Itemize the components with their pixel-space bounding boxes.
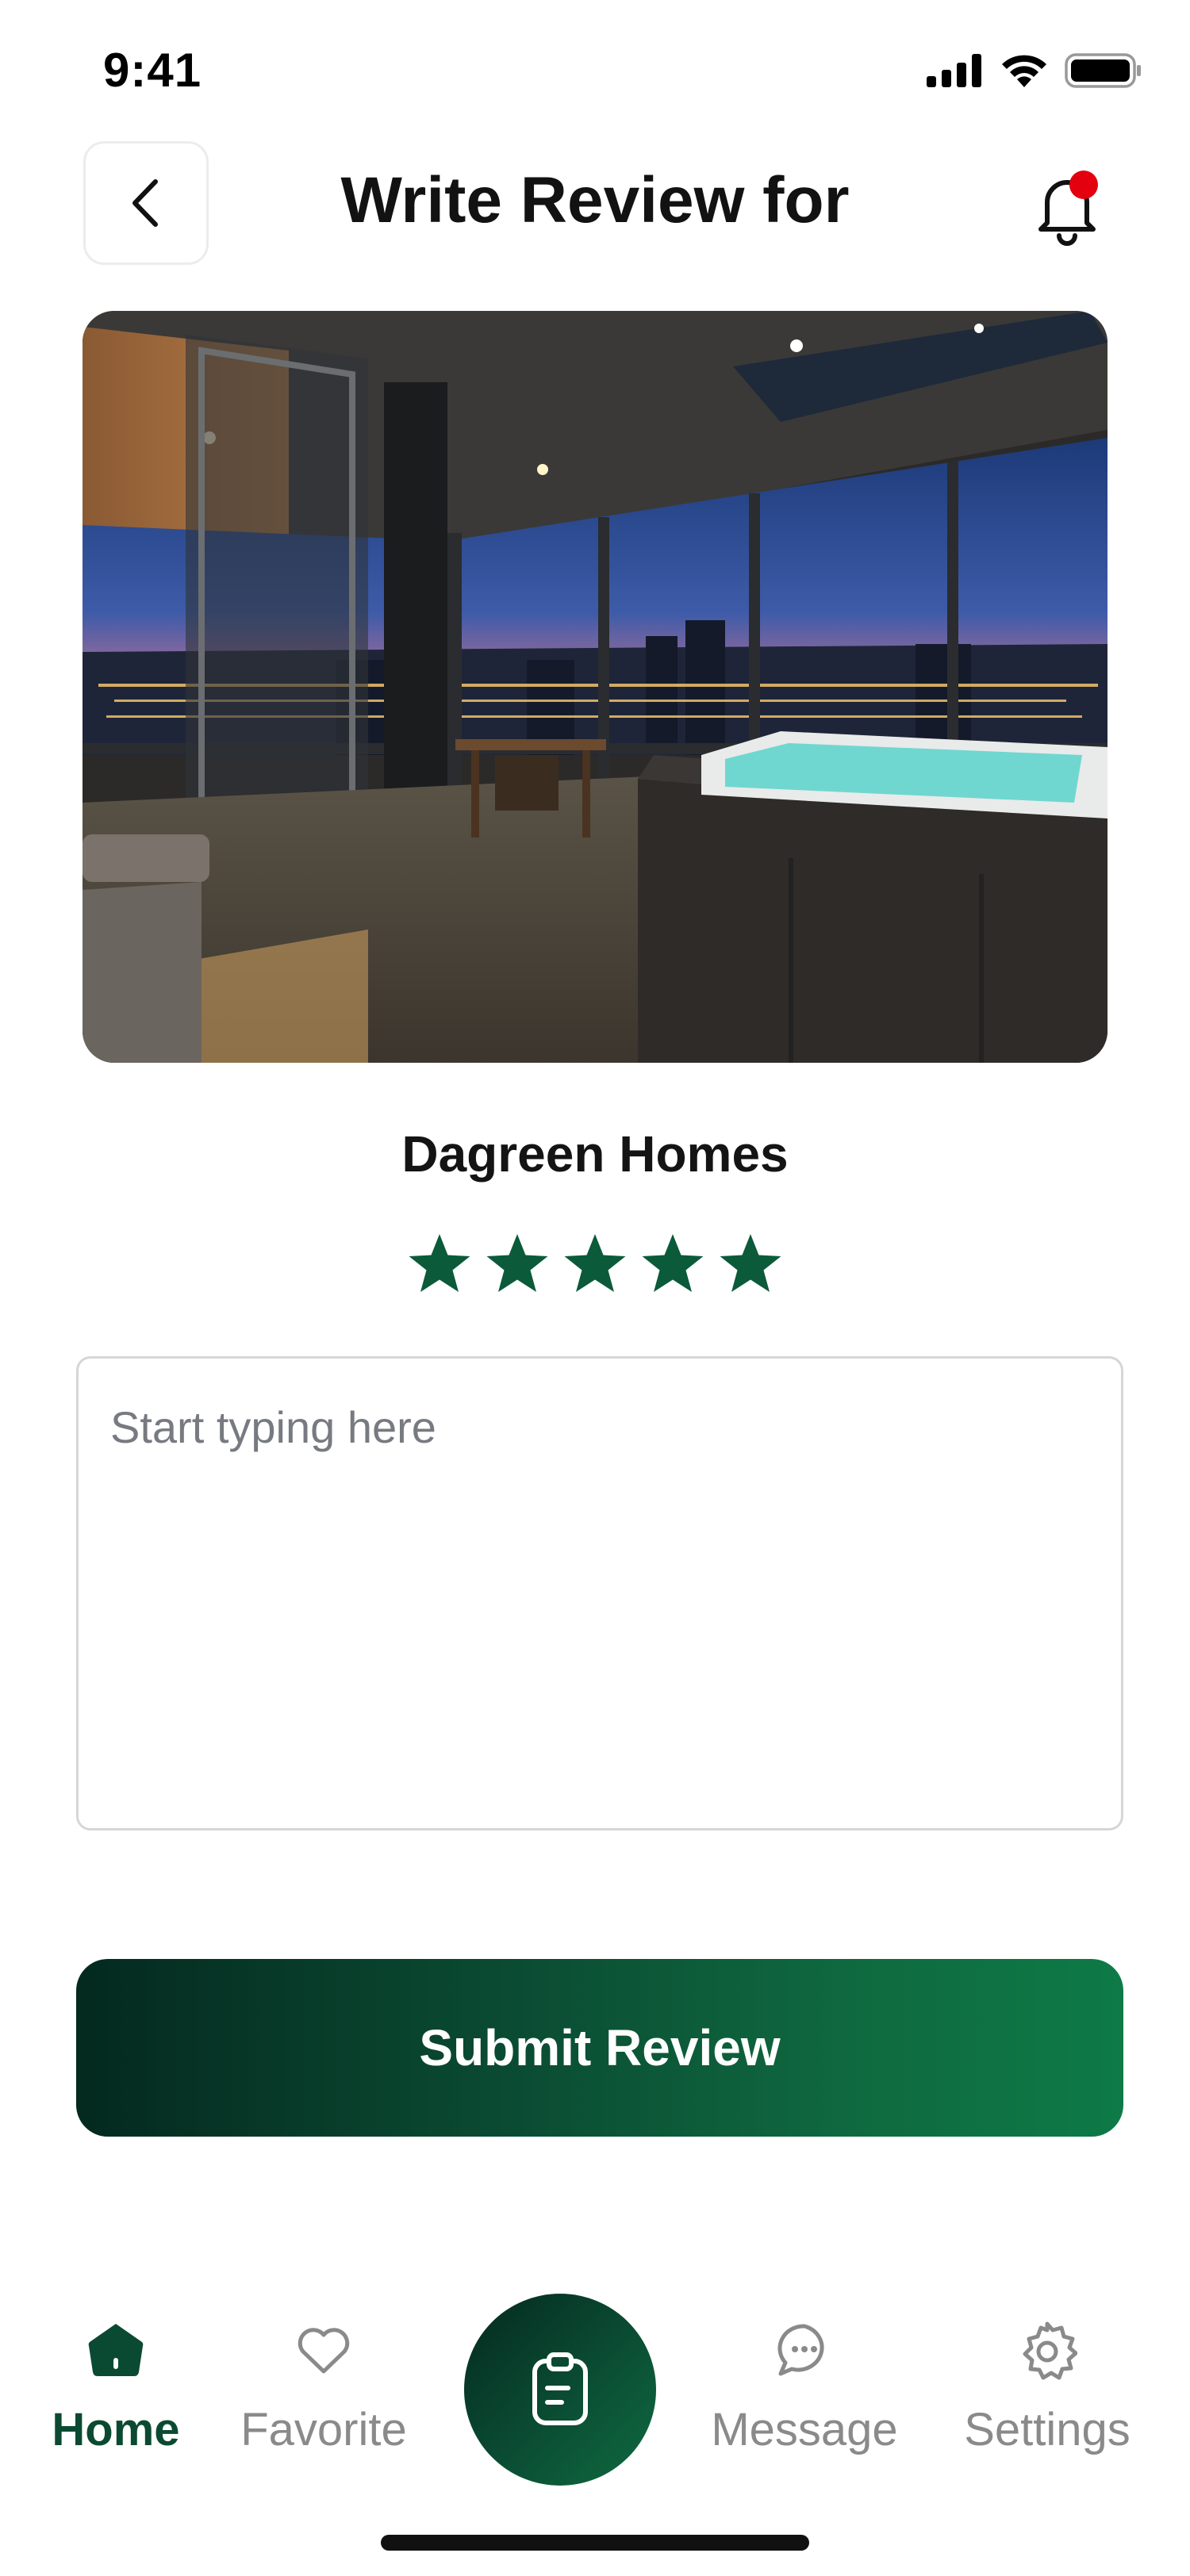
status-time: 9:41 [103, 44, 202, 97]
tab-settings[interactable]: Settings [936, 2316, 1158, 2456]
wifi-icon [1002, 55, 1046, 87]
back-button[interactable] [83, 141, 209, 265]
tab-favorite[interactable]: Favorite [213, 2316, 435, 2456]
property-name: Dagreen Homes [401, 1125, 789, 1183]
notification-button[interactable] [1023, 163, 1111, 250]
write-review-screen: 9:41 Write Review for Dagreen Homes Star… [0, 0, 1190, 2576]
tab-favorite-label: Favorite [240, 2404, 407, 2455]
my-reviews-button[interactable] [464, 2294, 656, 2486]
chat-bubble-icon [777, 2324, 824, 2376]
star-rating[interactable] [406, 1231, 784, 1298]
tab-home-label: Home [52, 2404, 180, 2455]
home-indicator [381, 2535, 809, 2551]
star-icon[interactable] [406, 1231, 473, 1298]
tab-message-label: Message [711, 2404, 898, 2455]
star-icon[interactable] [639, 1231, 706, 1298]
bell-icon [1038, 171, 1098, 246]
submit-review-button[interactable]: Submit Review [76, 1959, 1123, 2137]
page-title: Write Review for [340, 164, 850, 236]
clipboard-icon [532, 2352, 588, 2425]
star-icon[interactable] [717, 1231, 784, 1298]
tab-home[interactable]: Home [5, 2316, 227, 2456]
home-icon [88, 2324, 144, 2376]
star-icon[interactable] [562, 1231, 628, 1298]
tab-message[interactable]: Message [693, 2316, 916, 2456]
heart-icon [298, 2328, 350, 2374]
review-textarea[interactable] [79, 1359, 1121, 1828]
star-icon[interactable] [484, 1231, 551, 1298]
review-field[interactable] [76, 1356, 1123, 1830]
cellular-signal-icon [927, 54, 981, 87]
notification-dot [1069, 171, 1098, 199]
gear-icon [1023, 2321, 1077, 2380]
status-icons [927, 52, 1142, 89]
tab-settings-label: Settings [964, 2404, 1130, 2455]
chevron-left-icon [132, 179, 158, 227]
property-image [83, 311, 1107, 1063]
battery-icon [1065, 53, 1141, 88]
